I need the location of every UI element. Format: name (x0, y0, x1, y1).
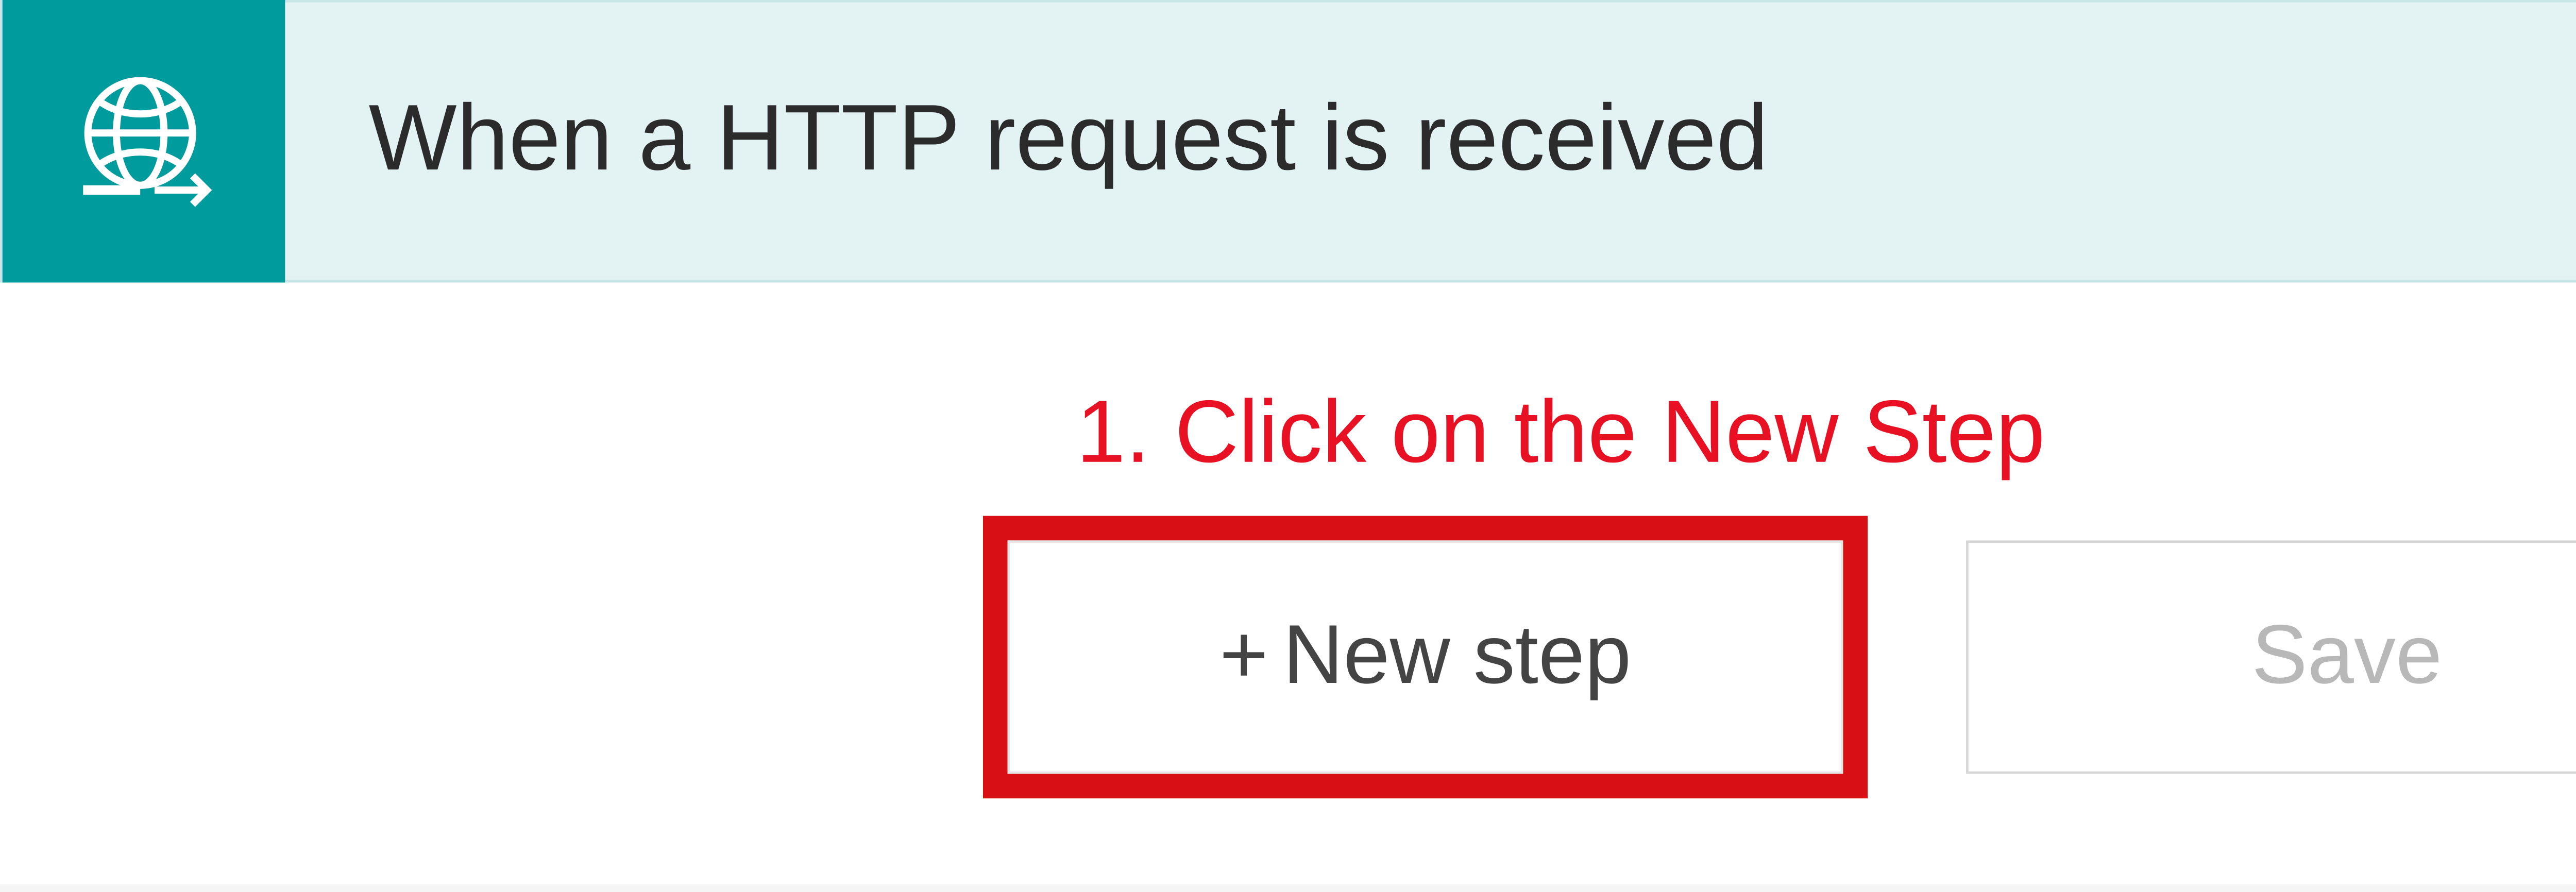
trigger-card[interactable]: When a HTTP request is received (0, 0, 2576, 283)
trigger-title: When a HTTP request is received (369, 89, 1769, 194)
action-buttons-row: + New step Save (983, 516, 2576, 799)
plus-icon: + (1219, 609, 1268, 705)
new-step-button[interactable]: + New step (1008, 540, 1843, 774)
http-request-icon (3, 0, 285, 283)
instruction-annotation: 1. Click on the New Step (1076, 381, 2045, 484)
save-button[interactable]: Save (1966, 540, 2576, 774)
new-step-label: New step (1283, 609, 1631, 705)
new-step-highlight: + New step (983, 516, 1868, 799)
save-label: Save (2252, 609, 2443, 705)
